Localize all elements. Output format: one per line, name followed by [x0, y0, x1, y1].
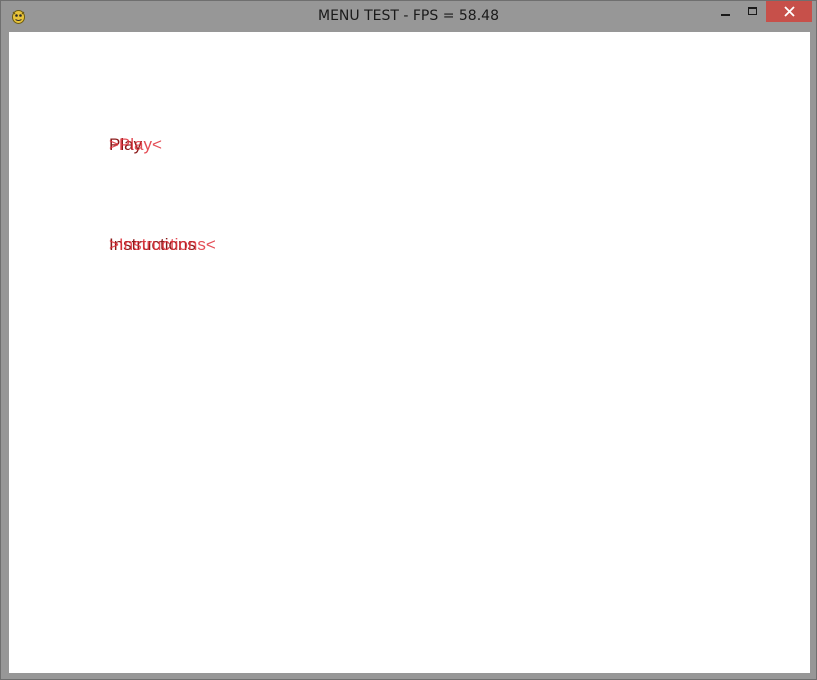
maximize-button[interactable]: [739, 1, 766, 22]
menu-item-selected-label: >Play<: [109, 135, 162, 154]
minimize-button[interactable]: [712, 1, 739, 22]
close-icon: [783, 6, 795, 17]
menu-item-selected-label: >Instructions<: [109, 235, 216, 254]
maximize-icon: [747, 6, 757, 15]
title-bar[interactable]: MENU TEST - FPS = 58.48: [1, 1, 816, 32]
minimize-icon: [720, 13, 730, 16]
game-canvas[interactable]: Play >Play< Instructions >Instructions<: [9, 32, 810, 673]
close-button[interactable]: [766, 1, 812, 22]
menu-item-instructions[interactable]: Instructions >Instructions<: [109, 235, 409, 259]
window-title: MENU TEST - FPS = 58.48: [318, 8, 499, 24]
menu-item-play[interactable]: Play >Play<: [109, 135, 409, 159]
app-window: MENU TEST - FPS = 58.48 Play >Play< Inst…: [0, 0, 817, 680]
